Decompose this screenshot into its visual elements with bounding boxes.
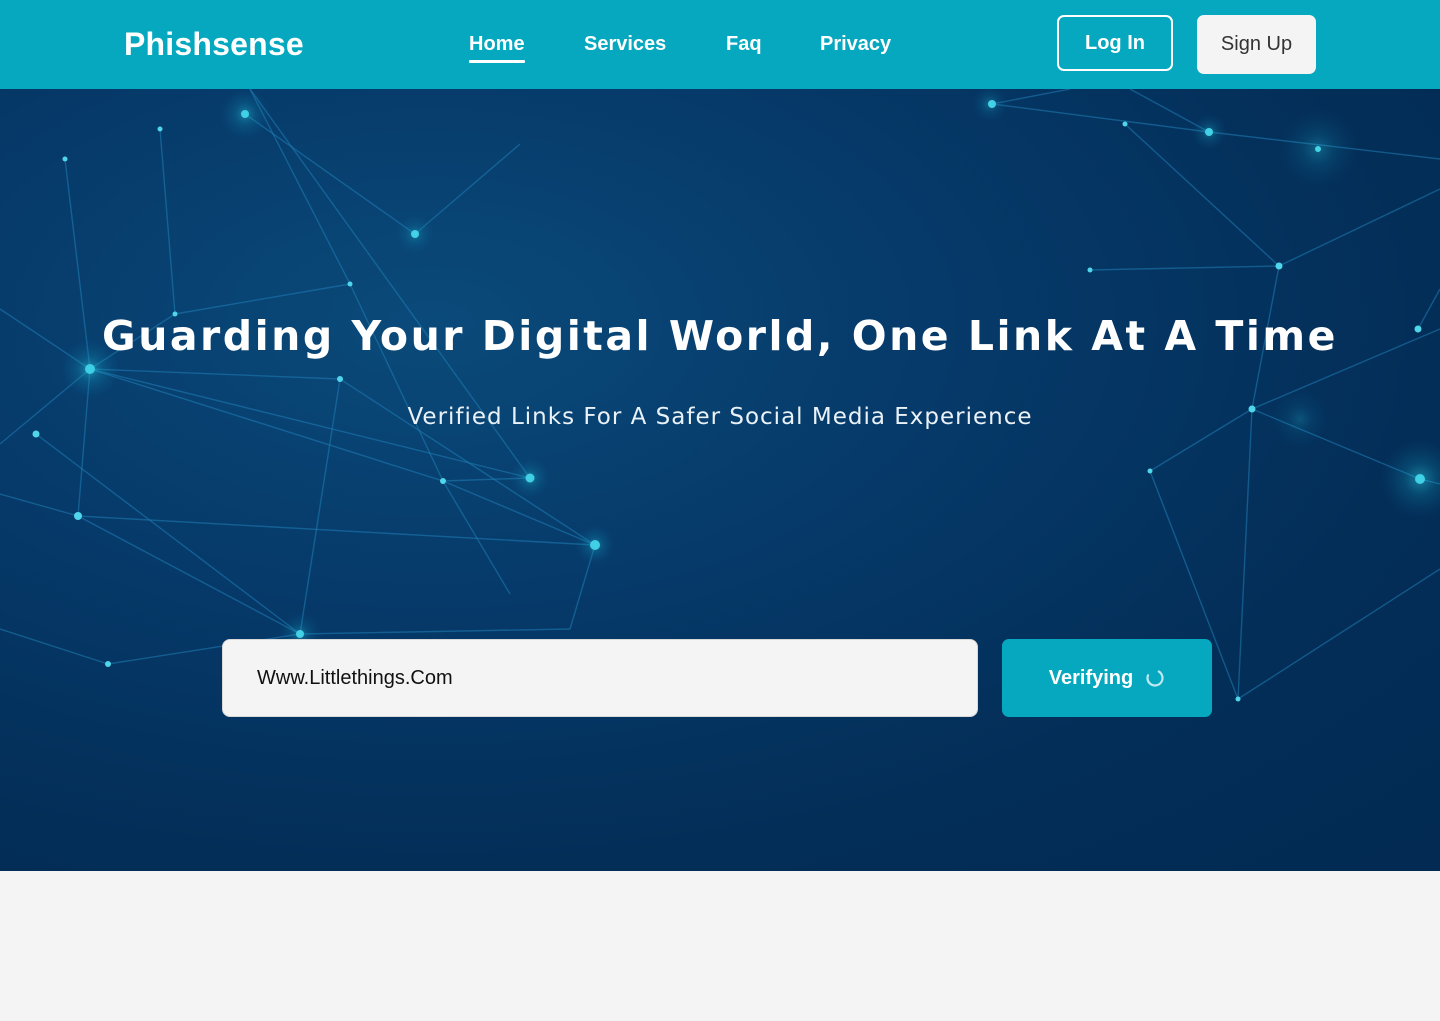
nav-home[interactable]: Home: [469, 31, 525, 63]
navbar: Phishsense Home Services Faq Privacy Log…: [0, 0, 1440, 89]
verify-label: Verifying: [1048, 666, 1134, 689]
network-background: [0, 89, 1440, 702]
nav-services[interactable]: Services: [584, 31, 666, 57]
logo[interactable]: Phishsense: [124, 24, 304, 64]
spinner-icon: [1145, 668, 1165, 688]
hero-section: Guarding Your Digital World, One Link At…: [0, 89, 1440, 871]
login-button[interactable]: Log In: [1057, 15, 1173, 71]
verify-button[interactable]: Verifying: [1002, 639, 1212, 717]
nav-faq[interactable]: Faq: [726, 31, 762, 57]
nav-privacy[interactable]: Privacy: [820, 31, 891, 57]
url-input[interactable]: [222, 639, 978, 717]
signup-button[interactable]: Sign Up: [1197, 15, 1316, 74]
hero-subtitle: Verified Links For A Safer Social Media …: [407, 404, 1033, 430]
hero-title: Guarding Your Digital World, One Link At…: [102, 312, 1338, 360]
